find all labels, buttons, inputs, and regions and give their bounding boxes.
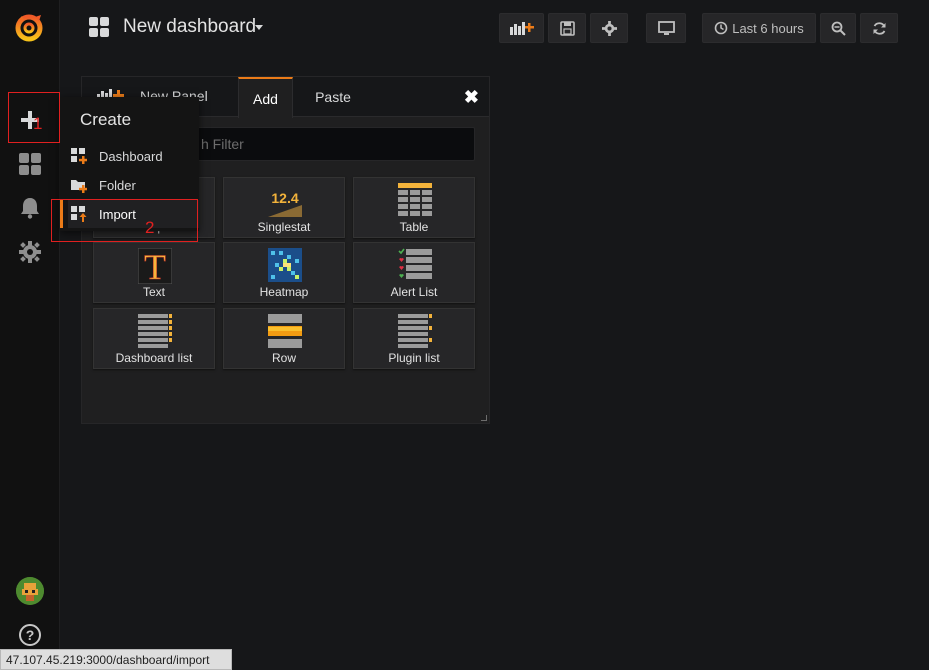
- top-navbar: New dashboard Last 6 hours: [60, 0, 929, 56]
- annotation-number-step2: 2: [145, 218, 155, 237]
- viz-label: Singlestat: [257, 220, 311, 234]
- tab-paste[interactable]: Paste: [308, 77, 358, 117]
- folder-add-icon: [71, 180, 87, 193]
- refresh-icon: [873, 21, 885, 35]
- dashboard-title[interactable]: New dashboard: [123, 16, 256, 38]
- text-icon-glyph: T: [144, 248, 166, 284]
- time-picker-button[interactable]: Last 6 hours: [702, 13, 816, 43]
- alerting-bell-icon[interactable]: [8, 186, 52, 230]
- dashboard-list-icon: [138, 314, 172, 348]
- tv-mode-button[interactable]: [646, 13, 686, 43]
- dashboard-grid-icon: [89, 17, 109, 37]
- gear-icon: [601, 20, 617, 36]
- viz-label: Table: [399, 220, 429, 234]
- add-panel-icon: [509, 22, 534, 35]
- chevron-down-icon[interactable]: [255, 25, 263, 30]
- time-range-label: Last 6 hours: [732, 20, 804, 36]
- create-menu-title: Create: [80, 110, 132, 129]
- viz-card-table[interactable]: Table: [353, 177, 475, 238]
- viz-label: Text: [142, 285, 165, 299]
- viz-card-heatmap[interactable]: Heatmap: [223, 242, 345, 303]
- alert-list-icon: [398, 248, 432, 279]
- viz-label: Alert List: [390, 285, 438, 299]
- viz-card-singlestat[interactable]: 12.4 Singlestat: [223, 177, 345, 238]
- plugin-list-icon: [398, 314, 432, 348]
- table-icon: [398, 183, 432, 216]
- add-panel-button[interactable]: [499, 13, 544, 43]
- zoom-out-button[interactable]: [820, 13, 856, 43]
- create-folder-item[interactable]: Folder: [68, 171, 199, 199]
- refresh-button[interactable]: [860, 13, 898, 43]
- grafana-logo-icon[interactable]: [13, 11, 45, 43]
- row-icon: [268, 314, 302, 348]
- dashboard-add-icon: [71, 148, 87, 164]
- viz-label: Heatmap: [259, 285, 309, 299]
- viz-card-dashboard-list[interactable]: Dashboard list: [93, 308, 215, 369]
- viz-card-plugin-list[interactable]: Plugin list: [353, 308, 475, 369]
- close-icon[interactable]: ✖: [464, 87, 479, 108]
- dashboard-settings-button[interactable]: [590, 13, 628, 43]
- create-dashboard-label: Dashboard: [99, 148, 163, 164]
- help-icon[interactable]: ?: [19, 624, 41, 646]
- text-icon: T: [138, 248, 172, 284]
- heatmap-icon: [268, 248, 302, 282]
- save-icon: [559, 20, 575, 36]
- create-folder-label: Folder: [99, 177, 136, 193]
- viz-label: Plugin list: [388, 351, 440, 365]
- browser-status-url: 47.107.45.219:3000/dashboard/import: [0, 649, 232, 670]
- annotation-box-step2: [51, 199, 198, 242]
- viz-card-text[interactable]: T Text: [93, 242, 215, 303]
- annotation-number-step1: 1: [33, 114, 43, 133]
- search-minus-icon: [831, 21, 846, 36]
- viz-card-row[interactable]: Row: [223, 308, 345, 369]
- viz-card-alert-list[interactable]: Alert List: [353, 242, 475, 303]
- clock-icon: [714, 21, 728, 35]
- tab-add[interactable]: Add: [238, 77, 293, 118]
- user-avatar[interactable]: [16, 577, 44, 605]
- create-dashboard-item[interactable]: Dashboard: [68, 142, 199, 170]
- configuration-gear-icon[interactable]: [8, 230, 52, 274]
- monitor-icon: [657, 20, 675, 35]
- panel-resize-handle[interactable]: [481, 415, 487, 421]
- save-dashboard-button[interactable]: [548, 13, 586, 43]
- singlestat-icon: 12.4: [268, 190, 302, 217]
- viz-label: Row: [271, 351, 296, 365]
- viz-label: Dashboard list: [115, 351, 193, 365]
- singlestat-value: 12.4: [271, 190, 298, 206]
- dashboards-icon[interactable]: [8, 142, 52, 186]
